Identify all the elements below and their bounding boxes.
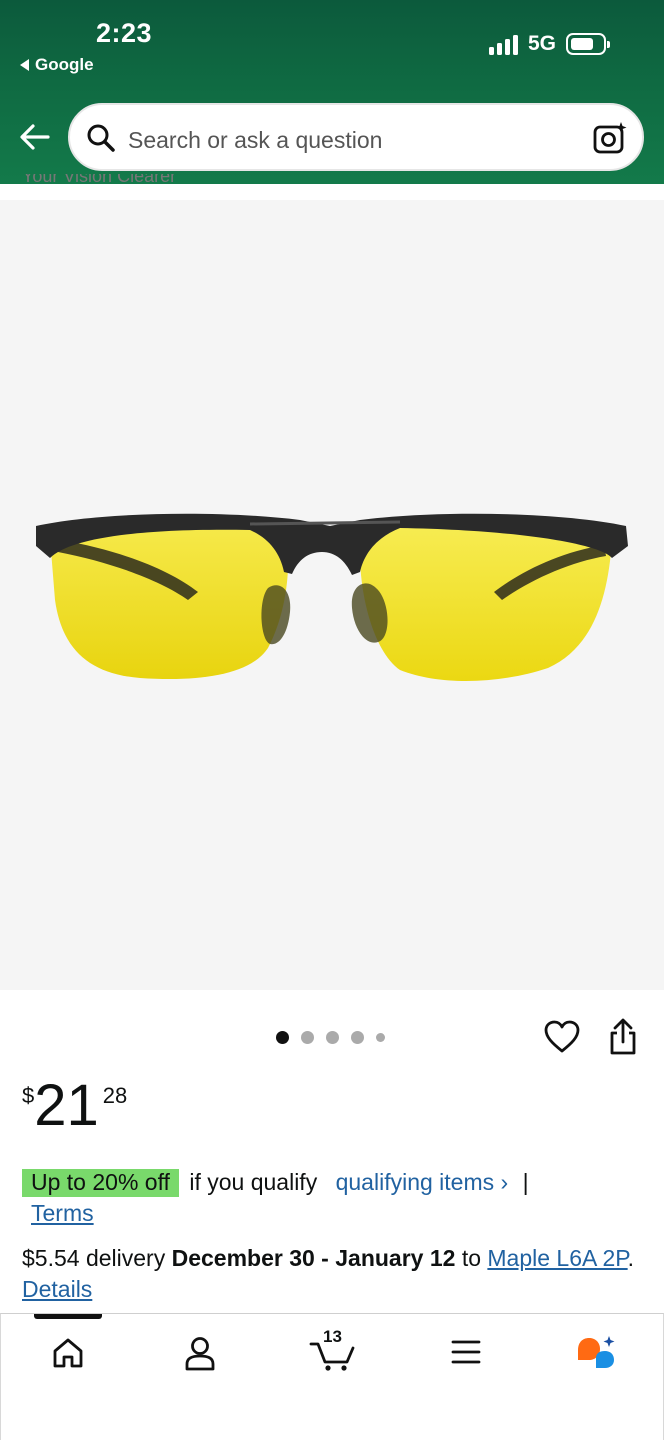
back-to-google-link[interactable]: Google — [20, 55, 94, 75]
search-icon — [87, 124, 115, 152]
rufus-assistant-icon[interactable] — [575, 1334, 619, 1372]
search-input[interactable]: Search or ask a question — [128, 127, 382, 154]
promo-line: Up to 20% off if you qualify qualifying … — [22, 1167, 642, 1229]
product-image[interactable] — [0, 200, 664, 990]
terms-link[interactable]: Terms — [31, 1200, 94, 1226]
search-bar[interactable]: Search or ask a question — [68, 103, 644, 171]
discount-badge: Up to 20% off — [22, 1169, 179, 1197]
status-time: 2:23 — [96, 18, 153, 48]
network-type: 5G — [527, 32, 556, 55]
qualifying-items-link[interactable]: qualifying items › — [336, 1169, 509, 1195]
menu-icon[interactable] — [450, 1338, 482, 1366]
home-icon[interactable] — [51, 1336, 85, 1370]
image-carousel-dots[interactable] — [276, 1031, 385, 1044]
back-arrow-icon[interactable] — [18, 120, 52, 154]
carousel-dot-5[interactable] — [376, 1033, 385, 1042]
battery-icon — [566, 33, 610, 55]
active-tab-indicator — [34, 1314, 102, 1319]
status-indicators: 5G — [488, 32, 610, 56]
carousel-dot-3[interactable] — [326, 1031, 339, 1044]
price-fraction: 28 — [102, 1083, 128, 1108]
camera-lens-icon[interactable] — [592, 120, 628, 156]
delivery-fee: $5.54 delivery — [22, 1245, 166, 1271]
cart-count-badge: 13 — [323, 1327, 342, 1346]
promo-qualify-text: if you qualify — [189, 1169, 318, 1195]
delivery-to: to — [461, 1245, 481, 1271]
carousel-dot-4[interactable] — [351, 1031, 364, 1044]
carousel-dot-2[interactable] — [301, 1031, 314, 1044]
promo-separator: | — [522, 1169, 529, 1195]
delivery-details-link[interactable]: Details — [22, 1276, 92, 1302]
heart-icon[interactable] — [544, 1020, 580, 1054]
delivery-dates: December 30 - January 12 — [171, 1245, 456, 1271]
share-icon[interactable] — [608, 1018, 638, 1056]
carousel-dot-1[interactable] — [276, 1031, 289, 1044]
scrolled-title-remnant: Your Vision Clearer — [22, 174, 177, 186]
price-whole: 21 — [34, 1073, 99, 1138]
back-triangle-icon — [20, 59, 29, 71]
back-app-label: Google — [35, 55, 94, 74]
delivery-location-link[interactable]: Maple L6A 2P — [487, 1245, 627, 1271]
yellow-lens-sunglasses-image — [36, 513, 628, 682]
price-currency: $ — [22, 1083, 35, 1108]
account-icon[interactable] — [183, 1336, 217, 1372]
delivery-info: $5.54 delivery December 30 - January 12 … — [22, 1245, 635, 1302]
signal-icon — [488, 33, 518, 55]
product-price: $ 21 28 — [22, 1075, 127, 1137]
app-header: 2:23 Google 5G Search or ask a question — [0, 0, 664, 184]
